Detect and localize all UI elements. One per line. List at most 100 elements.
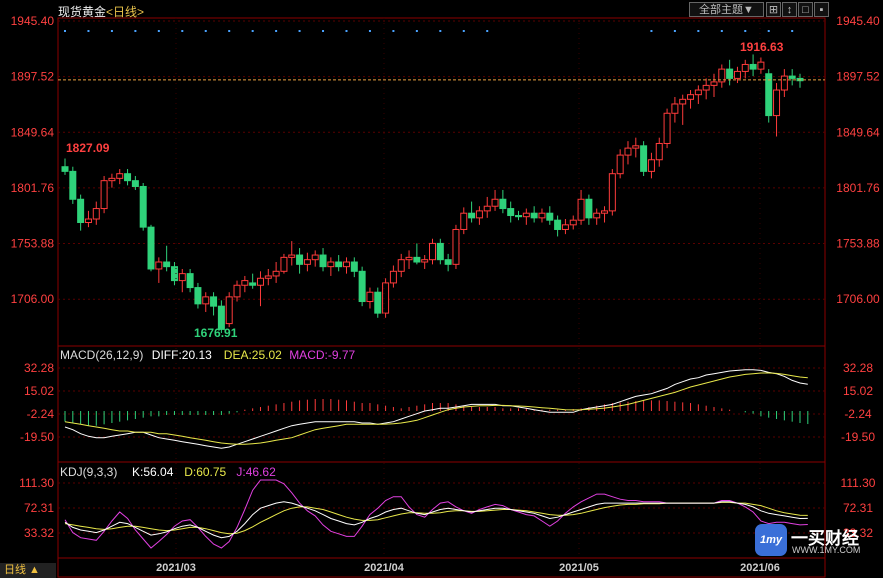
candle-body	[256, 277, 264, 286]
macd-tick-label-left: 15.02	[24, 384, 54, 398]
candle-body	[131, 180, 139, 187]
signal-dot	[650, 30, 653, 32]
candle-body	[475, 210, 483, 219]
period-label: <日线>	[106, 5, 145, 19]
x-tick-label: 2021/06	[740, 562, 780, 574]
signal-dot	[791, 30, 794, 32]
candle-body	[100, 180, 108, 210]
candle-body	[452, 228, 460, 265]
candle-body	[421, 259, 429, 263]
signal-dot	[157, 30, 160, 32]
candle-body	[601, 210, 609, 214]
candle-body	[350, 261, 358, 272]
candle-body	[61, 166, 69, 172]
macd-tick-label-left: -19.50	[20, 430, 54, 444]
price-tick-label-left: 1897.52	[11, 70, 55, 84]
candle-body	[608, 173, 616, 212]
candle-body	[311, 254, 319, 261]
signal-dot	[720, 30, 723, 32]
price-tick-label-right: 1897.52	[836, 70, 880, 84]
candle-body	[499, 198, 507, 210]
price-tick-label-left: 1849.64	[11, 125, 55, 139]
price-tick-label-right: 1849.64	[836, 125, 880, 139]
signal-dot	[486, 30, 489, 32]
macd-tick-label-right: -19.50	[841, 430, 875, 444]
candle-body	[280, 256, 288, 272]
candle-body	[460, 212, 468, 230]
candle-body	[538, 212, 546, 219]
macd-tick-label-left: 32.28	[24, 361, 54, 375]
candle-body	[124, 173, 132, 182]
candle-body	[342, 261, 350, 268]
candle-body	[202, 296, 210, 305]
brand-icon: 1my	[755, 524, 787, 556]
candle-body	[249, 282, 257, 286]
candle-body	[233, 284, 241, 298]
macd-value: MACD:-9.77	[289, 348, 355, 362]
candle-body	[773, 89, 781, 117]
price-tick-label-right: 1753.88	[836, 237, 880, 251]
candle-body	[327, 261, 335, 268]
macd-tick-label-right: 32.28	[843, 361, 873, 375]
candle-body	[710, 81, 718, 86]
kdj-tick-label-right: 72.31	[843, 501, 873, 515]
candle-body	[405, 256, 413, 261]
price-tick-label-left: 1706.00	[11, 292, 55, 306]
candle-body	[483, 205, 491, 212]
candle-body	[397, 259, 405, 272]
candle-body	[444, 259, 452, 265]
window-button[interactable]: □	[798, 2, 813, 17]
signal-dot	[345, 30, 348, 32]
candle-body	[210, 296, 218, 307]
theme-dropdown[interactable]: 全部主题▼	[689, 2, 764, 17]
candle-body	[515, 215, 523, 218]
macd-diff-value: DIFF:20.13	[152, 348, 212, 362]
signal-dot	[181, 30, 184, 32]
candle-body	[155, 261, 163, 270]
signal-dot	[110, 30, 113, 32]
watermark-logo: 1my 一买财经 WWW.1MY.COM	[755, 524, 880, 558]
high-annotation: 1916.63	[740, 40, 784, 54]
candle-body	[296, 254, 304, 265]
candle-body	[335, 261, 343, 268]
candle-body	[241, 280, 249, 286]
candle-body	[389, 270, 397, 284]
candle-body	[108, 177, 116, 182]
signal-dot	[87, 30, 90, 32]
candle-body	[593, 212, 601, 219]
candle-body	[733, 70, 741, 79]
macd-dea-value: DEA:25.02	[224, 348, 282, 362]
candle-body	[640, 145, 648, 172]
candle-body	[413, 256, 421, 263]
candle-body	[741, 63, 749, 72]
candle-body	[624, 147, 632, 156]
price-tick-label-left: 1801.76	[11, 181, 55, 195]
candle-body	[507, 208, 515, 217]
signal-dot	[697, 30, 700, 32]
candle-body	[561, 224, 569, 230]
signal-dot	[392, 30, 395, 32]
candle-body	[632, 145, 640, 149]
layout-button[interactable]: ⊞	[766, 2, 781, 17]
resize-button[interactable]: ↕	[782, 2, 797, 17]
period-badge[interactable]: 日线 ▲	[0, 563, 56, 578]
candle-body	[382, 282, 390, 314]
signal-dot	[368, 30, 371, 32]
signal-dot	[134, 30, 137, 32]
candle-body	[147, 226, 155, 270]
candle-body	[788, 75, 796, 79]
plot-frame	[57, 17, 826, 578]
signal-dot	[744, 30, 747, 32]
candle-body	[358, 270, 366, 303]
panel-button[interactable]: ▪	[814, 2, 829, 17]
price-tick-label-left: 1945.40	[11, 14, 55, 28]
candle-body	[671, 103, 679, 114]
k-line	[64, 501, 808, 539]
candle-body	[655, 142, 663, 161]
candle-body	[468, 212, 476, 219]
candle-body	[530, 212, 538, 219]
early-high-annotation: 1827.09	[66, 141, 110, 155]
candle-body	[687, 94, 695, 100]
candle-body	[303, 259, 311, 265]
candle-body	[186, 273, 194, 289]
